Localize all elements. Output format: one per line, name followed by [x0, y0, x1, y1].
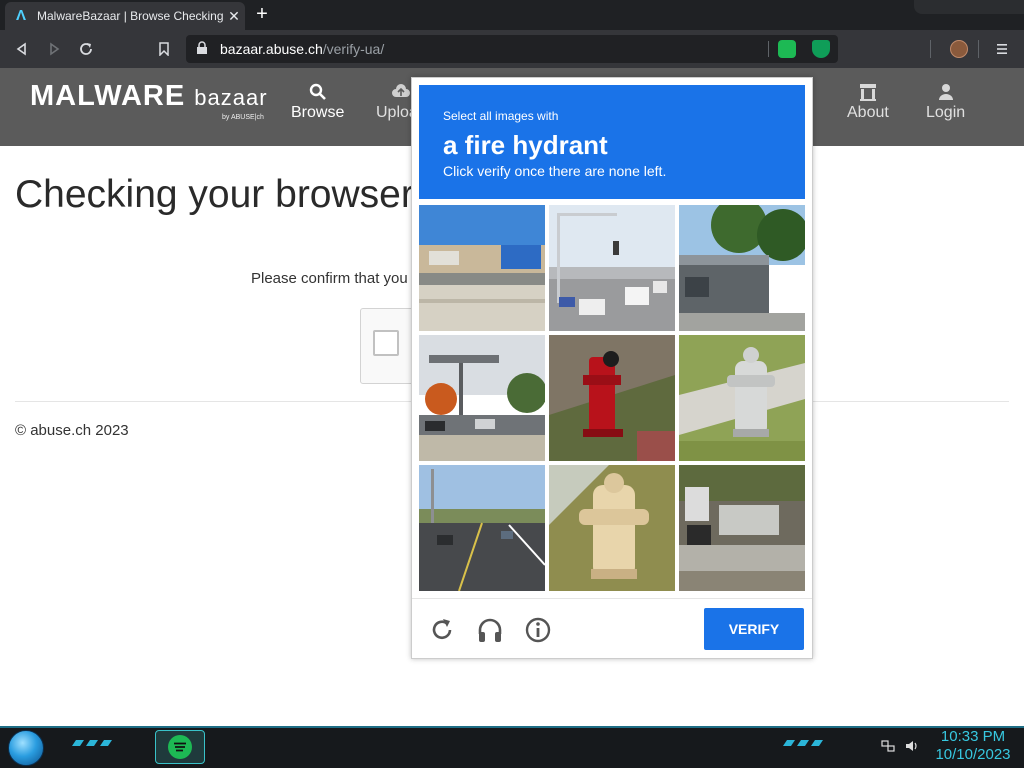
intersection-traffic-tile[interactable]	[549, 205, 675, 331]
omnibox-divider	[768, 41, 769, 57]
logo-byline: by ABUSE|ch	[222, 114, 264, 121]
forward-icon[interactable]	[42, 38, 66, 60]
bank-icon	[859, 84, 876, 101]
volume-icon[interactable]	[904, 739, 920, 753]
footer-copyright: © abuse.ch 2023	[15, 422, 129, 439]
user-icon	[938, 84, 953, 100]
menu-icon[interactable]	[994, 38, 1010, 60]
taskbar-app-spotify[interactable]	[155, 730, 205, 764]
street-corner-tile[interactable]	[419, 335, 545, 461]
bookmark-icon[interactable]	[152, 38, 176, 60]
captcha-instruction-line1: Select all images with	[443, 109, 559, 123]
page-title: Checking your browser	[15, 173, 414, 216]
reload-icon[interactable]	[428, 616, 456, 644]
spotify-icon	[168, 735, 192, 759]
url-text: bazaar.abuse.ch/verify-ua/	[220, 41, 384, 57]
window-controls	[914, 0, 1024, 14]
new-tab-button[interactable]: +	[251, 4, 273, 25]
verify-button[interactable]: VERIFY	[704, 608, 804, 650]
start-orb-icon[interactable]	[8, 730, 44, 766]
headphones-audio-icon[interactable]	[476, 616, 504, 644]
captcha-checkbox[interactable]	[373, 330, 399, 356]
red-fire-hydrant-tile[interactable]	[549, 335, 675, 461]
network-icon[interactable]	[880, 739, 896, 753]
yellow-fire-hydrant-tile[interactable]	[549, 465, 675, 591]
browser-toolbar: bazaar.abuse.ch/verify-ua/	[0, 30, 1024, 68]
lock-icon	[197, 41, 207, 54]
taskbar-clock[interactable]: 10:33 PM 10/10/2023	[930, 728, 1016, 764]
toolbar-divider-2	[978, 40, 979, 58]
tab-title: MalwareBazaar | Browse Checking	[37, 9, 223, 23]
building-street-tile[interactable]	[679, 205, 805, 331]
clock-time: 10:33 PM	[940, 728, 1006, 745]
logo-malware: MALWARE	[30, 80, 186, 112]
info-icon[interactable]	[524, 616, 552, 644]
nav-about-label: About	[847, 104, 889, 121]
back-icon[interactable]	[10, 38, 34, 60]
browser-tab[interactable]: Λ MalwareBazaar | Browse Checking ✕	[5, 2, 245, 30]
url-path: /verify-ua/	[322, 41, 385, 57]
tab-close-icon[interactable]: ✕	[226, 8, 242, 24]
nav-browse[interactable]: Browse	[291, 82, 344, 122]
road-traffic-tile[interactable]	[419, 465, 545, 591]
captcha-instructions: Select all images with a fire hydrant Cl…	[419, 85, 805, 199]
search-icon	[309, 83, 326, 100]
os-taskbar: 10:33 PM 10/10/2023	[0, 726, 1024, 768]
cloud-upload-icon	[392, 84, 411, 97]
clock-date: 10/10/2023	[935, 746, 1011, 763]
logo-bazaar: bazaar	[194, 85, 268, 110]
reload-icon[interactable]	[74, 38, 98, 60]
nav-login[interactable]: Login	[926, 82, 965, 122]
captcha-challenge-popup: Select all images with a fire hydrant Cl…	[411, 77, 813, 659]
taskbar-glow-line	[0, 726, 1024, 728]
street-scene-tile[interactable]	[419, 205, 545, 331]
parking-lot-tile[interactable]	[679, 465, 805, 591]
captcha-instruction-line3: Click verify once there are none left.	[443, 163, 667, 179]
taskbar-decoration-right	[783, 740, 823, 746]
nav-browse-label: Browse	[291, 104, 345, 121]
shield-extension-icon[interactable]	[812, 40, 830, 58]
profile-avatar[interactable]	[950, 40, 968, 58]
address-bar[interactable]: bazaar.abuse.ch/verify-ua/	[186, 35, 838, 63]
url-host: bazaar.abuse.ch	[220, 41, 323, 57]
nav-login-label: Login	[926, 104, 966, 121]
extension-icon[interactable]	[778, 40, 796, 58]
browser-tab-strip: Λ MalwareBazaar | Browse Checking ✕ +	[0, 0, 1024, 30]
captcha-footer-divider	[412, 598, 812, 599]
captcha-target-object: a fire hydrant	[443, 130, 608, 160]
nav-about[interactable]: About	[847, 82, 889, 122]
site-logo[interactable]: MALWARE bazaar	[30, 80, 268, 113]
toolbar-divider	[930, 40, 931, 58]
taskbar-decoration-left	[72, 740, 112, 746]
site-favicon-icon: Λ	[15, 7, 26, 24]
silver-fire-hydrant-tile[interactable]	[679, 335, 805, 461]
